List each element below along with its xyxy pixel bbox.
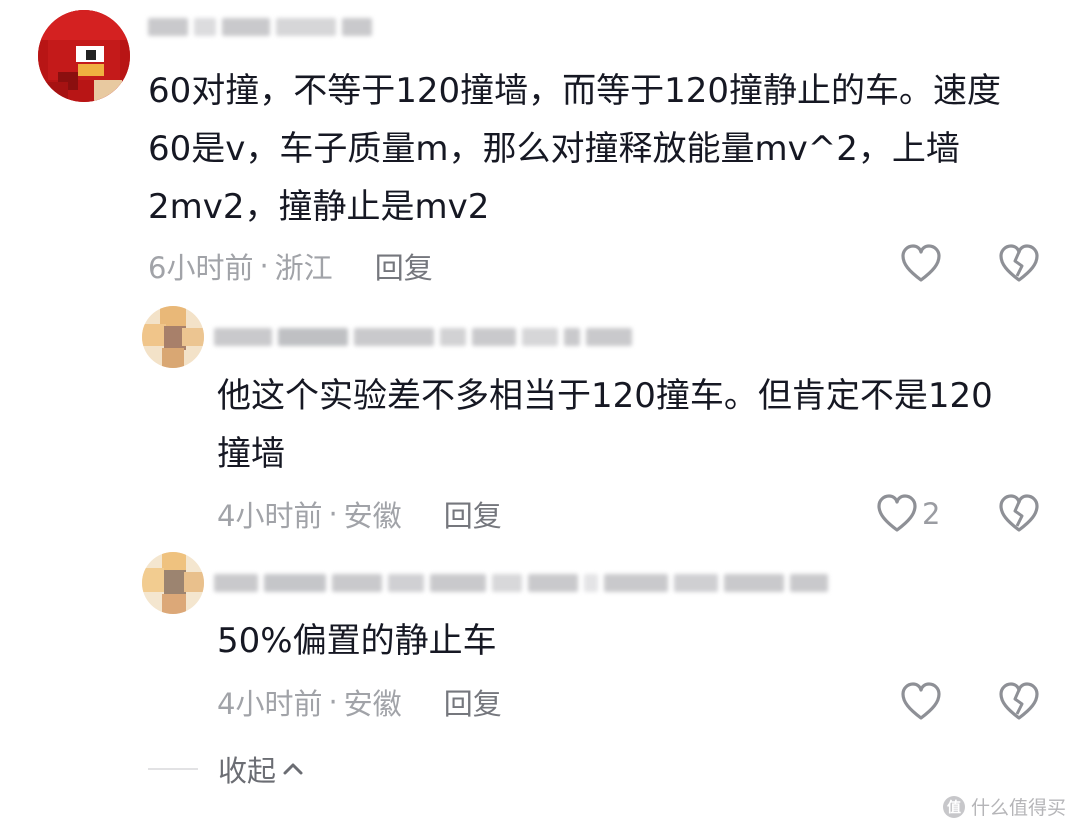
reply-button[interactable]: 回复 — [375, 245, 433, 287]
heart-outline-icon — [901, 244, 941, 282]
like-count: 2 — [922, 497, 941, 531]
comment-body: 60对撞，不等于120撞墙，而等于120撞静止的车。速度 60是v，车子质量m，… — [148, 62, 1001, 236]
comment-line: 50%偏置的静止车 — [217, 621, 497, 661]
dislike-button[interactable] — [998, 494, 1040, 534]
broken-heart-icon — [999, 682, 1039, 720]
avatar[interactable] — [38, 10, 130, 102]
comment-line: 60是v，车子质量m，那么对撞释放能量mv^2，上墙 — [148, 129, 960, 169]
divider — [148, 768, 198, 770]
timestamp: 4小时前 — [217, 687, 323, 721]
reply-button[interactable]: 回复 — [444, 493, 502, 535]
meta-separator: · — [328, 685, 338, 719]
like-button[interactable] — [900, 244, 942, 284]
username-blurred[interactable] — [148, 14, 372, 40]
comment-line: 2mv2，撞静止是mv2 — [148, 187, 490, 227]
reply-button[interactable]: 回复 — [444, 681, 502, 723]
watermark-text: 什么值得买 — [970, 797, 1066, 819]
avatar[interactable] — [142, 552, 204, 614]
collapse-button[interactable]: 收起 — [218, 748, 304, 790]
comment-line: 60对撞，不等于120撞墙，而等于120撞静止的车。速度 — [148, 71, 1002, 111]
avatar-image — [142, 306, 204, 368]
like-button[interactable] — [900, 682, 942, 722]
location: 安徽 — [343, 687, 402, 721]
avatar-image — [38, 10, 130, 102]
location: 浙江 — [274, 251, 333, 285]
comment-line: 撞墙 — [217, 434, 285, 474]
comment-body: 50%偏置的静止车 — [217, 612, 497, 670]
like-button[interactable]: 2 — [876, 494, 940, 534]
watermark-logo: 值 — [942, 795, 965, 818]
collapse-label: 收起 — [218, 754, 277, 788]
chevron-up-icon — [283, 763, 303, 775]
comment-meta: 4小时前 · 安徽 回复 — [217, 494, 502, 534]
broken-heart-icon — [999, 244, 1039, 282]
dislike-button[interactable] — [998, 682, 1040, 722]
broken-heart-icon — [999, 494, 1039, 532]
dislike-button[interactable] — [998, 244, 1040, 284]
timestamp: 4小时前 — [217, 499, 323, 533]
comment-line: 他这个实验差不多相当于120撞车。但肯定不是120 — [217, 376, 993, 416]
comment-meta: 6小时前 · 浙江 回复 — [148, 246, 433, 286]
collapse-replies: 收起 — [148, 748, 304, 790]
location: 安徽 — [343, 499, 402, 533]
heart-outline-icon — [901, 682, 941, 720]
meta-separator: · — [259, 249, 269, 283]
heart-outline-icon — [877, 494, 917, 532]
comment-body: 他这个实验差不多相当于120撞车。但肯定不是120 撞墙 — [217, 367, 993, 483]
username-blurred[interactable] — [214, 324, 632, 350]
meta-separator: · — [328, 497, 338, 531]
avatar[interactable] — [142, 306, 204, 368]
timestamp: 6小时前 — [148, 251, 254, 285]
username-blurred[interactable] — [214, 570, 828, 596]
avatar-image — [142, 552, 204, 614]
watermark: 值 什么值得买 — [942, 793, 1066, 820]
comment-meta: 4小时前 · 安徽 回复 — [217, 682, 502, 722]
